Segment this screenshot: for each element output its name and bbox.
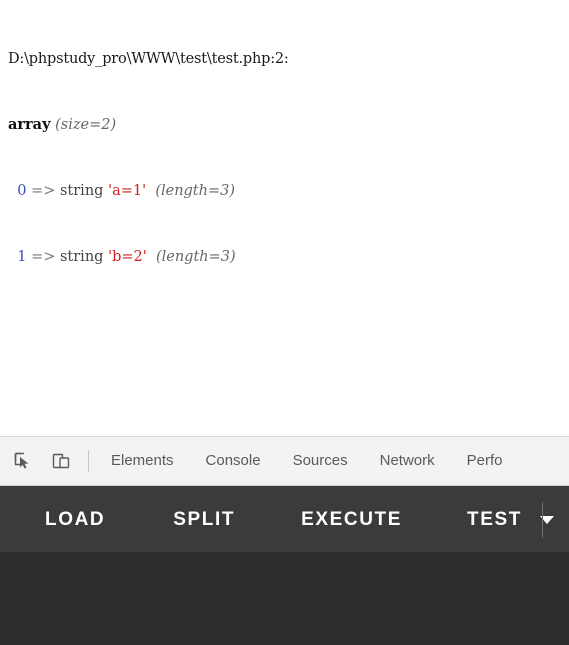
- screenshot-root: D:\phpstudy_pro\WWW\test\test.php:2: arr…: [0, 0, 569, 645]
- var-dump-entry-type: string: [59, 249, 104, 265]
- var-dump-entry-arrow: =>: [31, 183, 56, 199]
- url-panel: URL http://localhost/test.php?a=1+b=2 ht…: [0, 554, 569, 645]
- toggle-device-toolbar-icon[interactable]: [46, 446, 76, 476]
- tab-network[interactable]: Network: [364, 437, 451, 485]
- test-button[interactable]: TEST: [467, 509, 522, 531]
- var-dump-type-keyword: array: [8, 116, 51, 133]
- action-toolbar-right-divider: [542, 502, 543, 538]
- var-dump-entry-value: a=1: [112, 183, 143, 199]
- split-button[interactable]: SPLIT: [173, 509, 235, 531]
- var-dump-source-path-line: D:\phpstudy_pro\WWW\test\test.php:2:: [8, 48, 289, 70]
- action-toolbar-buttons: LOAD SPLIT EXECUTE TEST: [0, 486, 554, 553]
- devtools-toolbar-divider: [88, 450, 89, 472]
- var-dump-source-path: D:\phpstudy_pro\WWW\test\test.php:2:: [8, 51, 289, 67]
- var-dump-entry-arrow: =>: [31, 249, 56, 265]
- var-dump-entry-index: 1: [17, 249, 27, 265]
- inspect-element-cursor-icon[interactable]: [8, 446, 38, 476]
- devtools-tab-bar: Elements Console Sources Network Perfo: [0, 437, 569, 486]
- tab-console[interactable]: Console: [190, 437, 277, 485]
- var-dump-output: D:\phpstudy_pro\WWW\test\test.php:2: arr…: [8, 4, 289, 312]
- load-button[interactable]: LOAD: [45, 509, 105, 531]
- var-dump-entry-row: 1 => string 'b=2' (length=3): [8, 246, 289, 268]
- action-toolbar: LOAD SPLIT EXECUTE TEST: [0, 486, 569, 553]
- execute-button[interactable]: EXECUTE: [301, 509, 402, 531]
- var-dump-entry-row: 0 => string 'a=1' (length=3): [8, 180, 289, 202]
- var-dump-entry-close-quote: ': [142, 249, 147, 265]
- devtools-tab-list: Elements Console Sources Network Perfo: [95, 437, 569, 485]
- var-dump-entry-value: b=2: [112, 249, 143, 265]
- var-dump-entry-length-meta: (length=3): [155, 249, 236, 265]
- tab-elements[interactable]: Elements: [95, 437, 190, 485]
- tab-performance[interactable]: Perfo: [451, 437, 519, 485]
- browser-page-content: D:\phpstudy_pro\WWW\test\test.php:2: arr…: [0, 0, 569, 437]
- var-dump-size-meta: (size=2): [55, 117, 117, 133]
- var-dump-array-header-line: array (size=2): [8, 114, 289, 136]
- var-dump-entry-length-meta: (length=3): [155, 183, 236, 199]
- var-dump-entry-type: string: [59, 183, 104, 199]
- var-dump-entry-close-quote: ': [142, 183, 147, 199]
- var-dump-entry-index: 0: [17, 183, 27, 199]
- tab-sources[interactable]: Sources: [277, 437, 364, 485]
